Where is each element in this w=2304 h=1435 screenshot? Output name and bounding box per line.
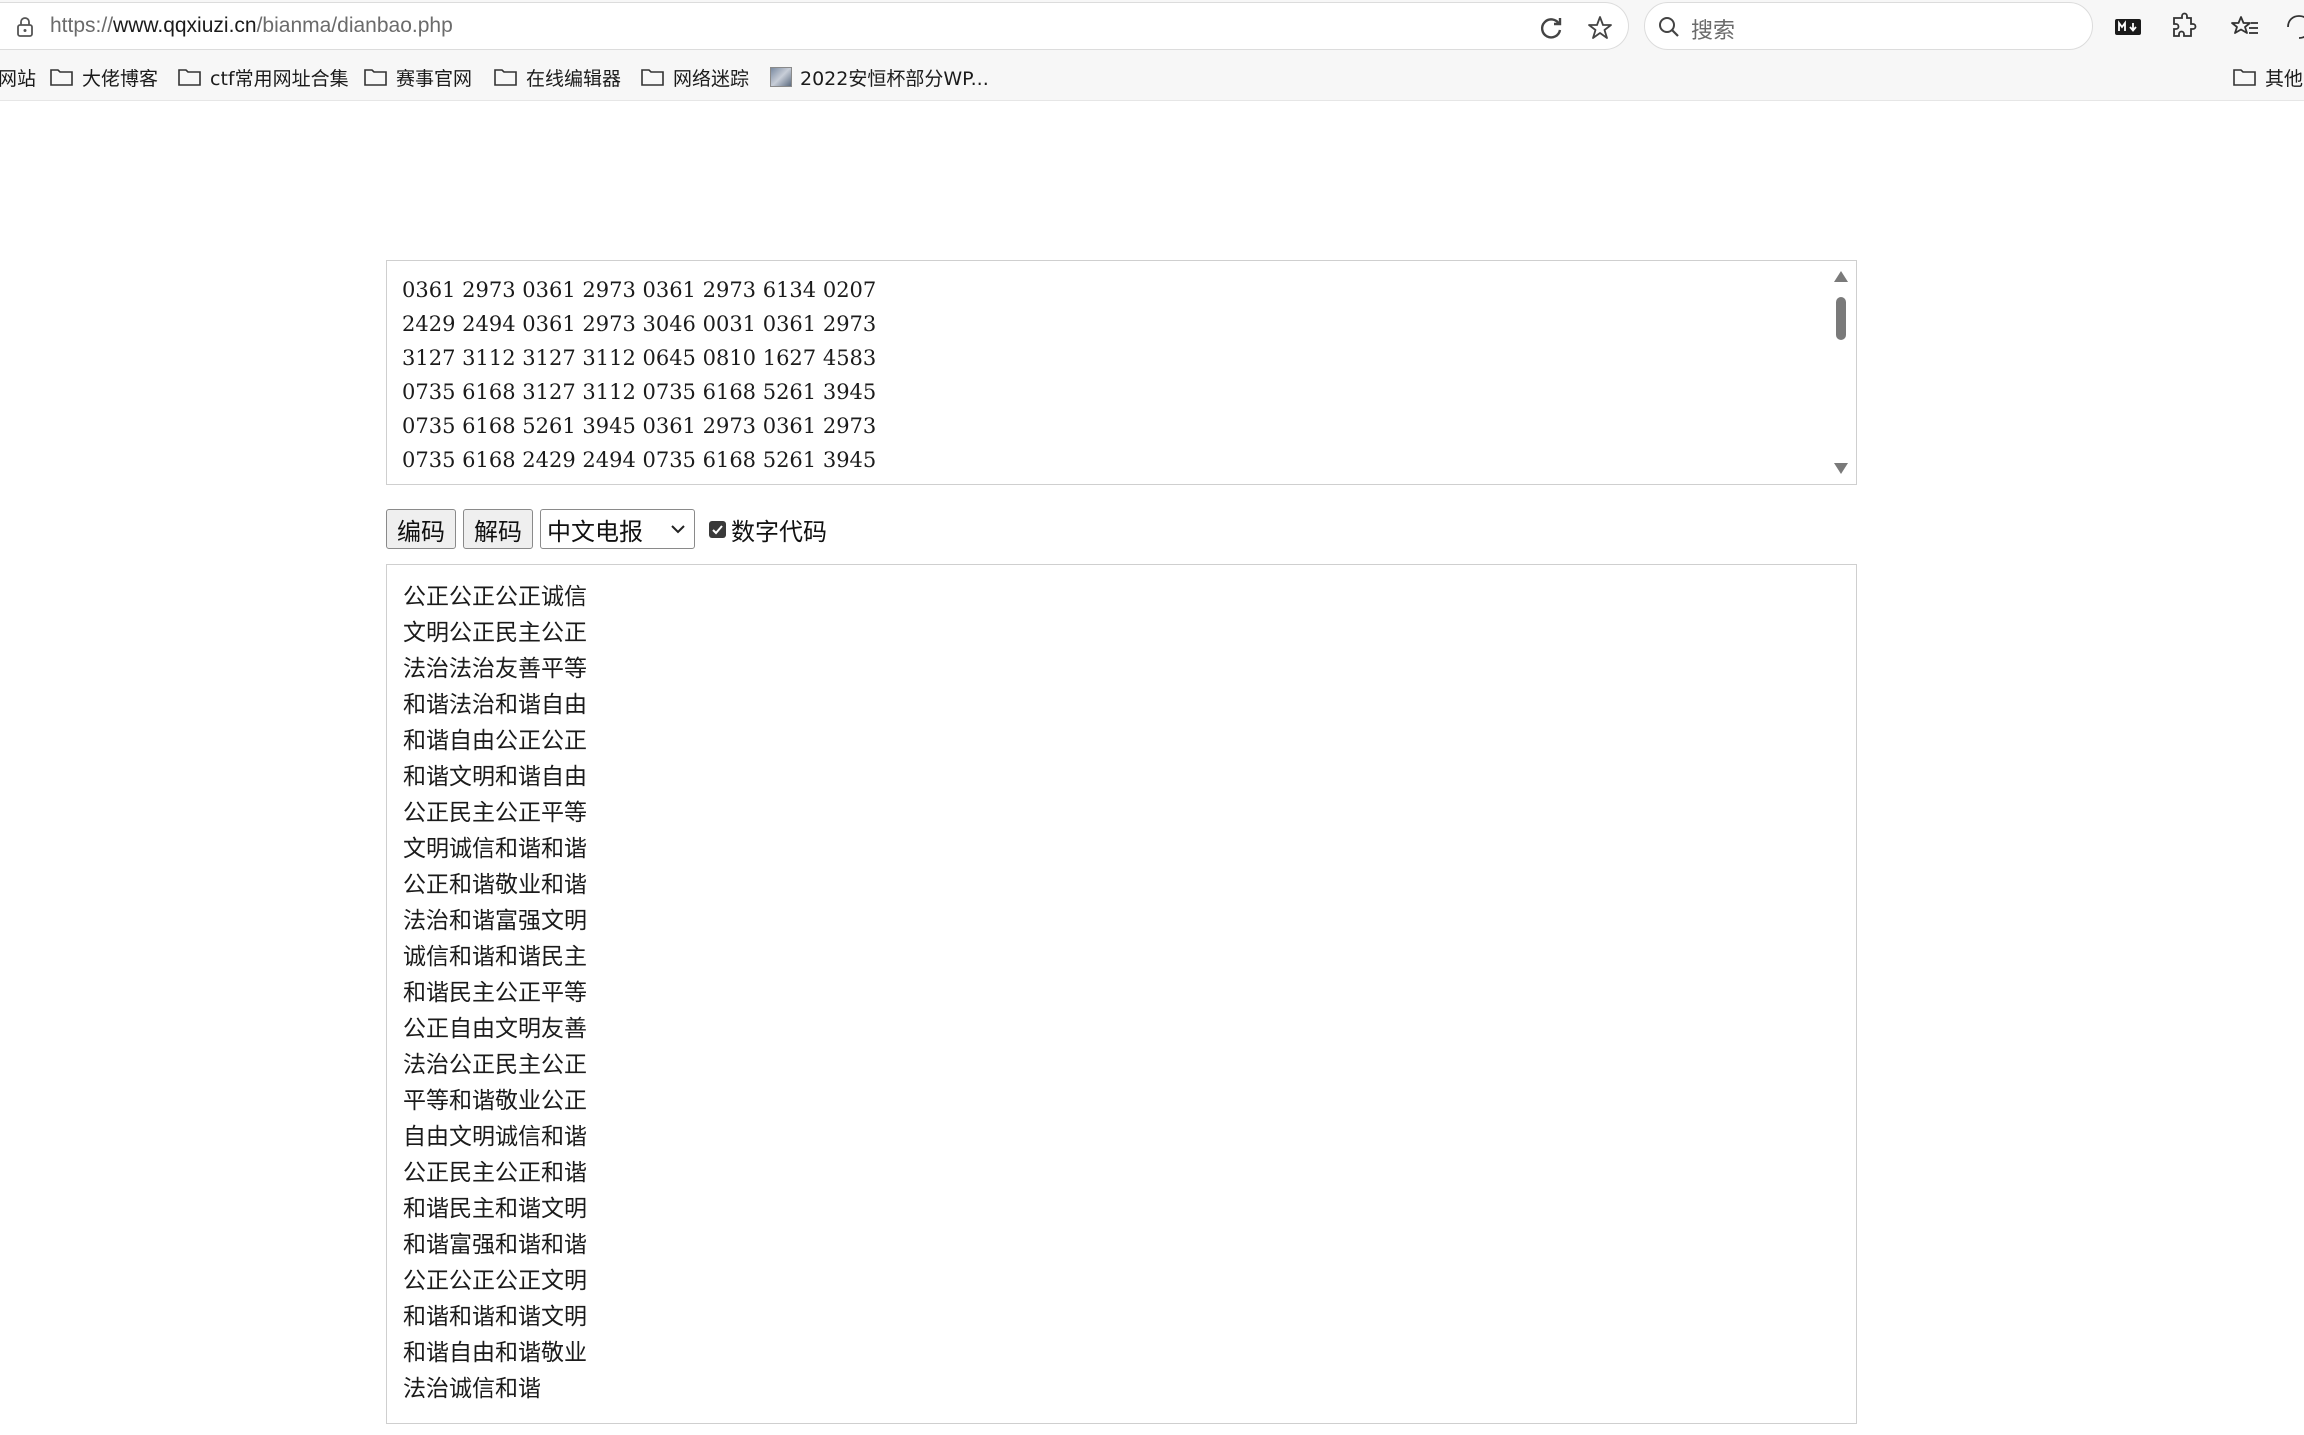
folder-icon bbox=[364, 69, 387, 86]
numeric-code-label[interactable]: 数字代码 bbox=[731, 512, 827, 547]
bookmark-folder-online-editors[interactable]: 在线编辑器 bbox=[493, 63, 621, 91]
url-text[interactable]: https://www.qqxiuzi.cn/bianma/dianbao.ph… bbox=[50, 14, 453, 38]
scroll-down-arrow-icon[interactable] bbox=[1834, 463, 1848, 474]
output-text[interactable]: 公正公正公正诚信 文明公正民主公正 法治法治友善平等 和谐法治和谐自由 和谐自由… bbox=[403, 579, 587, 1407]
input-text[interactable]: 0361 2973 0361 2973 0361 2973 6134 0207 … bbox=[402, 273, 876, 477]
encode-button[interactable]: 编码 bbox=[386, 509, 456, 549]
folder-icon bbox=[2233, 69, 2256, 86]
folder-icon bbox=[50, 69, 73, 86]
bookmark-anheng-wp[interactable]: 2022安恒杯部分WP... bbox=[770, 63, 989, 91]
scroll-up-arrow-icon[interactable] bbox=[1834, 271, 1848, 282]
input-textarea[interactable]: 0361 2973 0361 2973 0361 2973 6134 0207 … bbox=[386, 260, 1857, 485]
bookmark-cut-off[interactable]: 网站 bbox=[0, 63, 36, 91]
bookmark-folder-other[interactable]: 其他 bbox=[2232, 63, 2303, 91]
bookmarks-bar: 网站 大佬博客 ctf常用网址合集 赛事官网 在线编辑器 网络迷踪 2022安恒… bbox=[0, 53, 2304, 101]
mode-select[interactable]: 中文电报 bbox=[540, 509, 695, 549]
chevron-down-icon bbox=[671, 525, 685, 534]
bookmark-folder-osint[interactable]: 网络迷踪 bbox=[640, 63, 749, 91]
browser-toolbar: https://www.qqxiuzi.cn/bianma/dianbao.ph… bbox=[0, 0, 2304, 53]
checkmark-icon bbox=[712, 524, 723, 534]
bookmark-folder-contest-sites[interactable]: 赛事官网 bbox=[363, 63, 472, 91]
browser-essentials-icon[interactable] bbox=[2284, 12, 2304, 42]
bookmark-folder-dalao-blog[interactable]: 大佬博客 bbox=[49, 63, 158, 91]
page-thumbnail-icon bbox=[770, 67, 792, 87]
decode-button[interactable]: 解码 bbox=[463, 509, 533, 549]
translate-refresh-icon[interactable] bbox=[1537, 14, 1565, 42]
lock-icon[interactable] bbox=[14, 16, 36, 38]
folder-icon bbox=[178, 69, 201, 86]
scrollbar-thumb[interactable] bbox=[1836, 297, 1846, 340]
folder-icon bbox=[494, 69, 517, 86]
folder-icon bbox=[641, 69, 664, 86]
search-placeholder: 搜索 bbox=[1691, 19, 1736, 44]
search-icon bbox=[1659, 17, 1679, 37]
search-box[interactable]: 搜索 bbox=[1644, 2, 2093, 50]
bookmark-folder-ctf-urls[interactable]: ctf常用网址合集 bbox=[177, 63, 349, 91]
mode-select-value: 中文电报 bbox=[547, 517, 643, 546]
address-bar[interactable]: https://www.qqxiuzi.cn/bianma/dianbao.ph… bbox=[0, 2, 1629, 50]
controls-row: 编码 解码 中文电报 数字代码 bbox=[386, 508, 827, 550]
extensions-icon[interactable] bbox=[2168, 12, 2198, 42]
output-textarea[interactable]: 公正公正公正诚信 文明公正民主公正 法治法治友善平等 和谐法治和谐自由 和谐自由… bbox=[386, 564, 1857, 1424]
numeric-code-checkbox[interactable] bbox=[709, 520, 726, 538]
markdown-extension-icon[interactable] bbox=[2113, 12, 2143, 42]
favorites-icon[interactable] bbox=[2230, 12, 2260, 42]
favorite-star-icon[interactable] bbox=[1586, 14, 1614, 42]
